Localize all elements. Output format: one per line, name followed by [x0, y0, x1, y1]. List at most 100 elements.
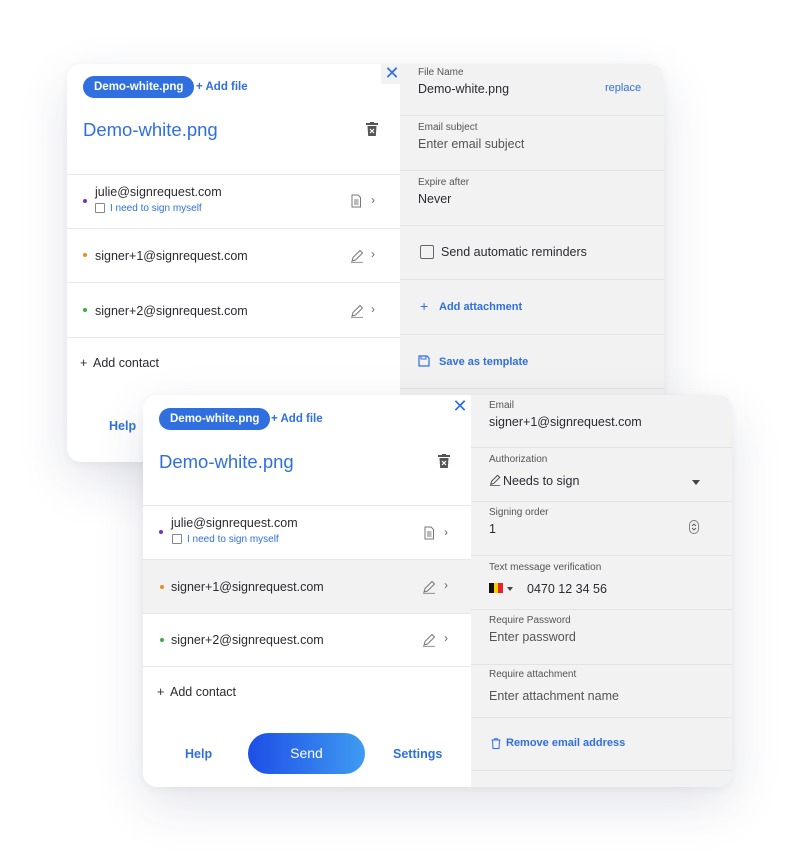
attachment-section[interactable]: + Add attachment	[400, 280, 664, 335]
authorization-label: Authorization	[489, 454, 548, 465]
signer-row[interactable]: signer+2@signrequest.com ›	[67, 282, 400, 337]
chevron-right-icon[interactable]: ›	[371, 247, 375, 261]
trash-icon[interactable]	[438, 454, 450, 468]
password-section[interactable]: Require Password Enter password	[471, 610, 732, 665]
add-file-link[interactable]: + Add file	[196, 81, 248, 93]
document-title: Demo-white.png	[83, 119, 218, 140]
pen-icon	[423, 633, 436, 647]
signer-row-selected[interactable]: signer+1@signrequest.com ›	[143, 559, 471, 613]
email-subject-section[interactable]: Email subject Enter email subject	[400, 116, 664, 171]
signer-email-section: Email signer+1@signrequest.com	[471, 395, 732, 448]
signer-color-dot	[83, 199, 87, 203]
signer-settings-panel: ✕ Email signer+1@signrequest.com Authori…	[449, 395, 732, 787]
signer-email: julie@signrequest.com	[171, 516, 298, 530]
add-file-link[interactable]: + Add file	[271, 413, 323, 425]
file-name-label: File Name	[418, 67, 464, 78]
signing-order-label: Signing order	[489, 507, 549, 518]
require-attachment-section[interactable]: Require attachment Enter attachment name	[471, 665, 732, 718]
chevron-down-icon[interactable]	[692, 480, 700, 485]
signer-color-dot	[83, 308, 87, 312]
signer-email: signer+1@signrequest.com	[95, 249, 248, 263]
document-icon	[351, 194, 361, 208]
reminders-checkbox[interactable]	[420, 245, 434, 259]
plus-icon: +	[420, 298, 429, 314]
chevron-down-icon[interactable]	[507, 587, 513, 591]
settings-link[interactable]: Settings	[393, 747, 442, 761]
pen-icon	[489, 474, 501, 486]
signer-row[interactable]: julie@signrequest.com I need to sign mys…	[67, 174, 400, 228]
belgium-flag-icon[interactable]	[489, 583, 504, 593]
signer-email: julie@signrequest.com	[95, 185, 222, 199]
signer-email: signer+1@signrequest.com	[171, 580, 324, 594]
sign-myself-label[interactable]: I need to sign myself	[110, 203, 202, 214]
file-chip[interactable]: Demo-white.png	[83, 76, 195, 98]
save-icon	[418, 355, 430, 367]
sms-verification-label: Text message verification	[489, 562, 602, 573]
signer-row[interactable]: signer+2@signrequest.com ›	[143, 613, 471, 666]
add-contact-row[interactable]: + Add contact	[143, 666, 471, 716]
pen-icon	[351, 304, 364, 318]
help-link[interactable]: Help	[185, 747, 212, 761]
sms-verification-section[interactable]: Text message verification 0470 12 34 56	[471, 556, 732, 610]
signer-color-dot	[159, 530, 163, 534]
add-contact-label[interactable]: Add contact	[170, 685, 236, 699]
plus-icon: +	[157, 685, 165, 699]
signer-color-dot	[83, 253, 87, 257]
trash-icon[interactable]	[366, 122, 378, 136]
chevron-right-icon[interactable]: ›	[444, 525, 448, 539]
chevron-right-icon[interactable]: ›	[444, 578, 448, 592]
signer-email-label: Email	[489, 400, 515, 411]
replace-link[interactable]: replace	[605, 82, 641, 94]
password-input[interactable]: Enter password	[489, 630, 576, 644]
password-label: Require Password	[489, 615, 571, 626]
phone-input[interactable]: 0470 12 34 56	[527, 582, 607, 596]
require-attachment-label: Require attachment	[489, 669, 577, 680]
signing-order-section[interactable]: Signing order 1	[471, 502, 732, 556]
sign-myself-checkbox[interactable]	[172, 534, 182, 544]
trash-icon	[491, 738, 501, 749]
add-contact-label[interactable]: Add contact	[93, 356, 159, 370]
pen-icon	[351, 249, 364, 263]
front-document-panel: Demo-white.png + Add file Demo-white.png…	[143, 395, 471, 787]
authorization-section[interactable]: Authorization Needs to sign	[471, 448, 732, 502]
sign-myself-checkbox[interactable]	[95, 203, 105, 213]
chevron-right-icon[interactable]: ›	[371, 193, 375, 207]
expire-value[interactable]: Never	[418, 192, 451, 206]
signing-order-input[interactable]: 1	[489, 522, 496, 536]
reminders-label[interactable]: Send automatic reminders	[441, 245, 587, 259]
authorization-select[interactable]: Needs to sign	[503, 474, 579, 488]
save-template-link[interactable]: Save as template	[439, 356, 528, 368]
signer-email: signer+2@signrequest.com	[171, 633, 324, 647]
signer-color-dot	[160, 638, 164, 642]
plus-icon: +	[80, 356, 88, 370]
expire-section[interactable]: Expire after Never	[400, 171, 664, 226]
chevron-right-icon[interactable]: ›	[444, 631, 448, 645]
remove-email-section[interactable]: Remove email address	[471, 718, 732, 771]
front-card: Demo-white.png + Add file Demo-white.png…	[143, 395, 732, 787]
signer-row[interactable]: signer+1@signrequest.com ›	[67, 228, 400, 282]
sign-myself-label[interactable]: I need to sign myself	[187, 534, 279, 545]
expire-label: Expire after	[418, 177, 470, 188]
remove-email-link[interactable]: Remove email address	[506, 737, 625, 749]
pen-icon	[423, 580, 436, 594]
send-button[interactable]: Send	[248, 733, 365, 774]
file-name-value: Demo-white.png	[418, 82, 510, 96]
signer-email: signer+2@signrequest.com	[95, 304, 248, 318]
file-chip[interactable]: Demo-white.png	[159, 408, 271, 430]
email-subject-input[interactable]: Enter email subject	[418, 137, 524, 151]
email-subject-label: Email subject	[418, 122, 478, 133]
document-icon	[424, 526, 434, 540]
signer-color-dot	[160, 585, 164, 589]
chevron-right-icon[interactable]: ›	[371, 302, 375, 316]
reminders-section[interactable]: Send automatic reminders	[400, 226, 664, 280]
help-link[interactable]: Help	[109, 419, 136, 433]
add-contact-row[interactable]: + Add contact	[67, 337, 400, 387]
signer-email-value: signer+1@signrequest.com	[489, 415, 642, 429]
close-icon[interactable]: ✕	[449, 397, 471, 417]
file-name-section: File Name Demo-white.png replace	[400, 64, 664, 116]
attachment-name-input[interactable]: Enter attachment name	[489, 689, 619, 703]
template-section[interactable]: Save as template	[400, 335, 664, 389]
signer-row[interactable]: julie@signrequest.com I need to sign mys…	[143, 505, 471, 559]
stepper-icon[interactable]	[689, 520, 699, 534]
add-attachment-link[interactable]: Add attachment	[439, 301, 522, 313]
